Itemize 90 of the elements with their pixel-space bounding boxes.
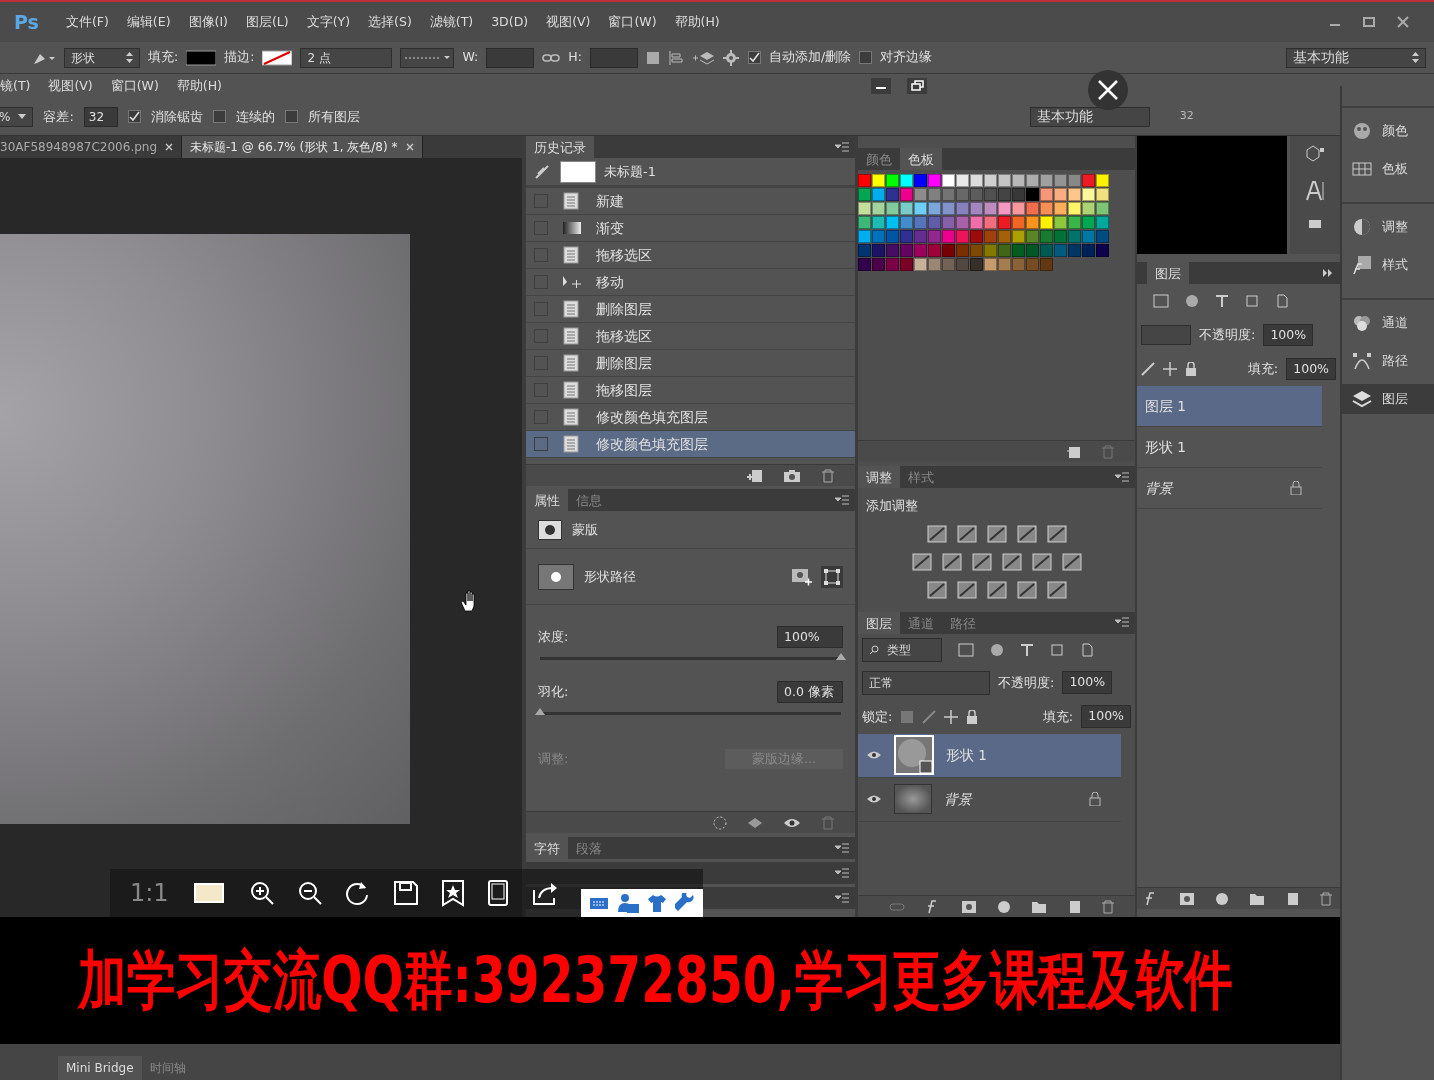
tolerance-label: 容差: bbox=[43, 107, 74, 126]
history-item[interactable]: 移动 bbox=[526, 269, 855, 296]
checkbox-label: 对齐边缘 bbox=[880, 48, 933, 67]
slider-label: 羽化: bbox=[538, 683, 569, 702]
menu-item[interactable]: 镜(T) bbox=[0, 74, 40, 98]
dock-item[interactable]: 路径 bbox=[1342, 346, 1434, 376]
menu-item[interactable]: 文件(F) bbox=[56, 10, 118, 34]
menu-item[interactable]: 图像(I) bbox=[179, 10, 237, 34]
dock-item[interactable]: 颜色 bbox=[1342, 116, 1434, 146]
opacity-field[interactable]: 100% bbox=[1062, 671, 1113, 694]
history-item[interactable]: 修改颜色填充图层 bbox=[526, 431, 855, 458]
menu-item[interactable]: 编辑(E) bbox=[117, 10, 180, 34]
tool-mode-select[interactable]: 形状 bbox=[64, 47, 140, 68]
value-field[interactable]: 100% bbox=[777, 625, 843, 649]
slider-label: 浓度: bbox=[538, 628, 569, 647]
promo-caption: 加学习交流QQ群:392372850,学习更多课程及软件 bbox=[78, 945, 1233, 1016]
history-item[interactable]: 删除图层 bbox=[526, 296, 855, 323]
height-label: H: bbox=[568, 48, 582, 67]
panel-tab[interactable]: 样式 bbox=[900, 466, 942, 488]
history-item[interactable]: 渐变 bbox=[526, 215, 855, 242]
menu-item[interactable]: 帮助(H) bbox=[167, 74, 231, 98]
value-field[interactable]: 0.0 像素 bbox=[777, 680, 843, 704]
lock-label: 锁定: bbox=[862, 707, 893, 726]
mask-label: 蒙版 bbox=[572, 520, 598, 539]
checkbox-label: 自动添加/删除 bbox=[768, 48, 852, 67]
ruler-mark: 32 bbox=[1179, 108, 1194, 125]
filter-select[interactable]: 类型 bbox=[862, 637, 942, 662]
stroke-label: 描边: bbox=[224, 48, 255, 67]
menu-item[interactable]: 视图(V) bbox=[39, 74, 102, 98]
app-logo: Ps bbox=[14, 9, 39, 35]
layer-row[interactable]: 形状 1 bbox=[1137, 427, 1322, 468]
zoom-select[interactable]: % bbox=[0, 106, 34, 127]
history-item[interactable]: 新建 bbox=[526, 188, 855, 215]
panel-tab[interactable]: Mini Bridge bbox=[58, 1056, 142, 1080]
fill-field[interactable]: 100% bbox=[1286, 357, 1336, 381]
workspace-select[interactable]: 基本功能 bbox=[1029, 106, 1150, 127]
menu-item[interactable]: 选择(S) bbox=[359, 10, 421, 34]
fill-label: 填充: bbox=[1247, 360, 1279, 379]
checkbox-label: 所有图层 bbox=[307, 107, 360, 126]
menu-item[interactable]: 文字(Y) bbox=[297, 10, 360, 34]
history-item[interactable]: 删除图层 bbox=[526, 350, 855, 377]
layer-row[interactable]: 形状 1 bbox=[858, 733, 1121, 778]
width-label: W: bbox=[462, 48, 479, 67]
opacity-label: 不透明度: bbox=[998, 673, 1055, 692]
menu-item[interactable]: 帮助(H) bbox=[665, 10, 729, 34]
menu-item[interactable]: 窗口(W) bbox=[101, 74, 168, 98]
checkbox-label: 消除锯齿 bbox=[150, 107, 203, 126]
dock-item[interactable]: 调整 bbox=[1342, 212, 1434, 242]
menu-item[interactable]: 窗口(W) bbox=[599, 10, 666, 34]
opacity-label: 不透明度: bbox=[1199, 326, 1256, 345]
panel-tab[interactable]: 图层 bbox=[1147, 262, 1189, 284]
panel-tab[interactable]: 通道 bbox=[900, 611, 942, 634]
dock-item[interactable]: 通道 bbox=[1342, 308, 1434, 338]
panel-tab[interactable]: 色板 bbox=[900, 148, 942, 170]
layer-row[interactable]: 图层 1 bbox=[1137, 386, 1322, 427]
fill-label: 填充: bbox=[1042, 707, 1074, 726]
layer-row[interactable]: 背景 bbox=[1137, 468, 1322, 509]
history-item[interactable]: 拖移选区 bbox=[526, 242, 855, 269]
blend-mode-select[interactable]: 正常 bbox=[862, 670, 990, 695]
checkbox-label: 连续的 bbox=[235, 107, 275, 126]
panel-tab[interactable]: 路径 bbox=[942, 611, 984, 634]
snapshot-name[interactable]: 未标题-1 bbox=[604, 161, 656, 182]
history-item[interactable]: 拖移选区 bbox=[526, 323, 855, 350]
panel-tab[interactable]: 属性 bbox=[526, 489, 568, 511]
panel-tab[interactable]: 颜色 bbox=[858, 148, 900, 170]
opacity-field[interactable]: 100% bbox=[1263, 323, 1314, 347]
menu-item[interactable]: 图层(L) bbox=[236, 10, 298, 34]
fill-label: 填充: bbox=[148, 48, 179, 67]
history-item[interactable]: 拖移图层 bbox=[526, 377, 855, 404]
dock-item[interactable]: 样式 bbox=[1342, 250, 1434, 280]
menu-item[interactable]: 视图(V) bbox=[537, 10, 600, 34]
panel-tab[interactable]: 历史记录 bbox=[526, 136, 594, 158]
path-label: 形状路径 bbox=[584, 567, 636, 586]
panel-tab[interactable]: 图层 bbox=[858, 611, 900, 634]
panel-tab[interactable]: 信息 bbox=[568, 489, 610, 511]
panel-tab[interactable]: 字符 bbox=[526, 837, 568, 859]
tolerance-field[interactable]: 32 bbox=[83, 106, 118, 127]
menu-item[interactable]: 3D(D) bbox=[482, 10, 538, 34]
workspace-select[interactable]: 基本功能 bbox=[1286, 47, 1426, 68]
dock-item[interactable]: 图层 bbox=[1342, 384, 1434, 414]
panel-tab[interactable]: 调整 bbox=[858, 466, 900, 488]
dock-item[interactable]: 色板 bbox=[1342, 154, 1434, 184]
adjustments-title: 添加调整 bbox=[866, 498, 918, 513]
layer-row[interactable]: 背景 bbox=[858, 777, 1121, 822]
panel-tab[interactable]: 段落 bbox=[568, 837, 610, 859]
actual-size-button[interactable]: 1:1 bbox=[130, 875, 169, 911]
fill-field[interactable]: 100% bbox=[1081, 705, 1131, 728]
stroke-width-field[interactable]: 2 点 bbox=[300, 47, 393, 68]
menu-item[interactable]: 滤镜(T) bbox=[420, 10, 483, 34]
document-tab[interactable]: 未标题-1 @ 66.7% (形状 1, 灰色/8) * bbox=[182, 136, 423, 158]
